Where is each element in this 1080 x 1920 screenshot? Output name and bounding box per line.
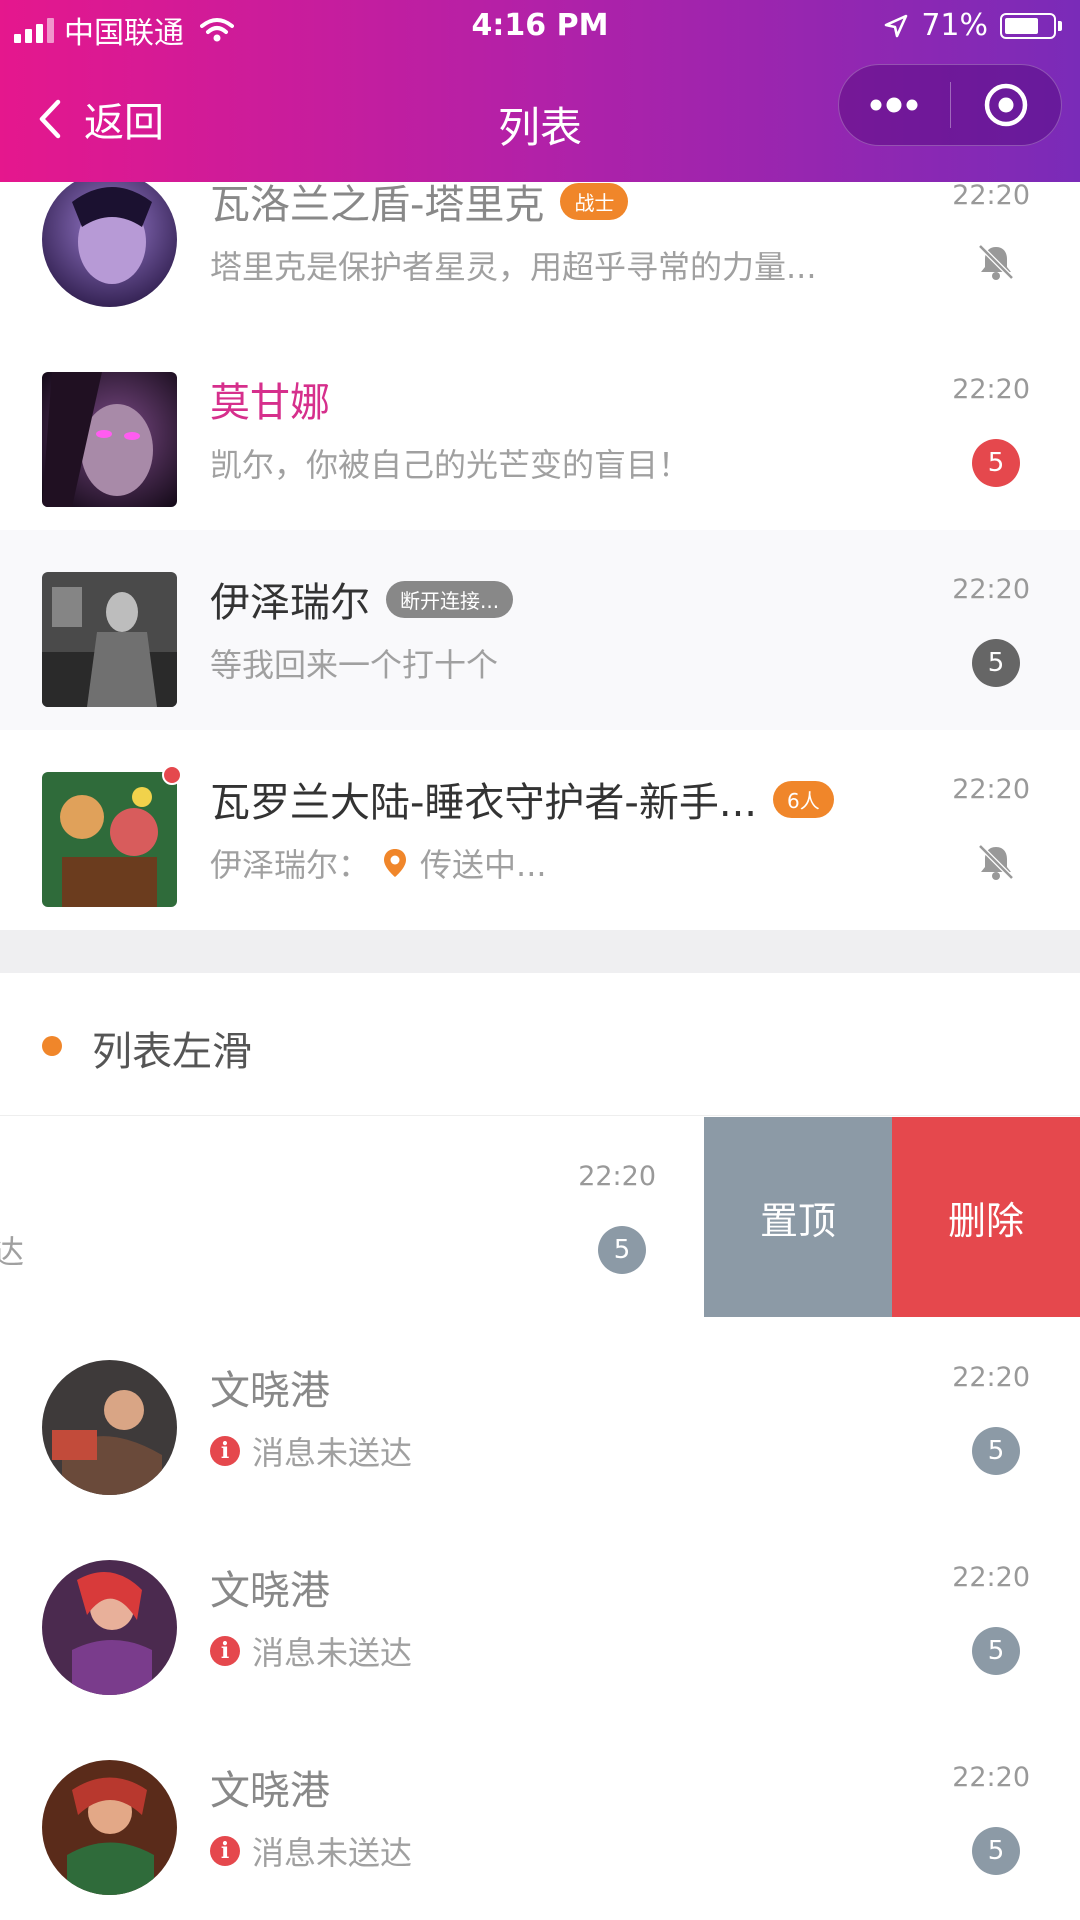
error-icon: i: [210, 1636, 240, 1666]
battery-icon: [1000, 12, 1062, 39]
item-name: 文晓港: [210, 1568, 330, 1614]
avatar: [42, 1760, 177, 1895]
error-icon: i: [210, 1436, 240, 1466]
delete-button[interactable]: 删除: [892, 1117, 1080, 1317]
mini-program-capsule: [838, 64, 1062, 146]
avatar: [42, 1560, 177, 1695]
unread-dot: [162, 765, 182, 785]
swiped-list-item[interactable]: 送达 22:20 5 置顶 删除: [0, 1117, 1080, 1317]
avatar: [42, 372, 177, 507]
section-header: 列表左滑: [0, 973, 1080, 1116]
item-name: 莫甘娜: [210, 380, 330, 426]
item-title-line: 瓦罗兰大陆-睡衣守护者-新手... 6人: [210, 770, 834, 828]
preview-text: 传送中...: [420, 846, 547, 884]
location-arrow-icon: [885, 14, 908, 37]
item-time: 22:20: [952, 1762, 1030, 1793]
list-item[interactable]: 文晓港 i 消息未送达 22:20 5: [0, 1518, 1080, 1718]
unread-badge: 5: [972, 439, 1020, 487]
battery-fill: [1005, 17, 1038, 34]
item-time: 22:20: [952, 1562, 1030, 1593]
preview-text: 消息未送达: [252, 1434, 413, 1472]
item-time: 22:20: [952, 1362, 1030, 1393]
list-item[interactable]: 莫甘娜 凯尔，你被自己的光芒变的盲目！ 22:20 5: [0, 330, 1080, 530]
member-count-tag: 6人: [773, 780, 834, 818]
unread-badge: 5: [972, 1427, 1020, 1475]
app-header: 中国联通 4:16 PM 71% 返回 列表: [0, 0, 1080, 182]
item-title-line: 文晓港: [210, 1758, 330, 1816]
item-preview: i 消息未送达: [210, 1628, 412, 1674]
bell-muted-icon: [978, 844, 1014, 880]
preview-text: 消息未送达: [252, 1634, 413, 1672]
target-close-icon: [984, 83, 1027, 127]
swiped-item-content[interactable]: 送达 22:20 5: [0, 1117, 706, 1317]
list-item[interactable]: 瓦罗兰大陆-睡衣守护者-新手... 6人 伊泽瑞尔： 传送中... 22:20: [0, 730, 1080, 930]
unread-badge: 5: [972, 639, 1020, 687]
item-title-line: 文晓港: [210, 1358, 330, 1416]
preview-text: 消息未送达: [252, 1834, 413, 1872]
connection-status-tag: 断开连接...: [386, 580, 514, 618]
item-time: 22:20: [952, 374, 1030, 405]
item-title-line: 伊泽瑞尔 断开连接...: [210, 570, 514, 628]
avatar: [42, 772, 177, 907]
preview-sender: 伊泽瑞尔：: [210, 846, 371, 884]
section-divider: [0, 930, 1080, 973]
battery-percent: 71%: [921, 8, 988, 43]
item-name: 瓦罗兰大陆-睡衣守护者-新手...: [210, 780, 758, 826]
swipe-actions: 置顶 删除: [704, 1117, 1080, 1317]
item-time: 22:20: [952, 774, 1030, 805]
section-bullet: [42, 1036, 62, 1056]
role-tag: 战士: [560, 182, 629, 220]
item-time: 22:20: [952, 180, 1030, 211]
list-item[interactable]: 文晓港 i 消息未送达 22:20 5: [0, 1718, 1080, 1918]
list-item[interactable]: 伊泽瑞尔 断开连接... 等我回来一个打十个 22:20 5: [0, 530, 1080, 730]
unread-badge: 5: [972, 1627, 1020, 1675]
unread-badge: 5: [598, 1226, 646, 1274]
close-program-button[interactable]: [950, 64, 1061, 146]
avatar: [42, 1360, 177, 1495]
avatar: [42, 572, 177, 707]
item-title-line: 莫甘娜: [210, 370, 330, 428]
item-name: 伊泽瑞尔: [210, 580, 370, 626]
item-name: 文晓港: [210, 1368, 330, 1414]
item-preview: 伊泽瑞尔： 传送中...: [210, 840, 547, 886]
bell-muted-icon: [978, 244, 1014, 280]
item-time: 22:20: [952, 574, 1030, 605]
more-button[interactable]: [839, 64, 950, 146]
item-title-line: 文晓港: [210, 1558, 330, 1616]
item-preview: i 消息未送达: [210, 1828, 412, 1874]
section-title: 列表左滑: [92, 1029, 252, 1075]
status-right: 71%: [883, 8, 1062, 43]
item-preview: 凯尔，你被自己的光芒变的盲目！: [210, 446, 691, 484]
item-preview: 送达: [0, 1233, 25, 1271]
error-icon: i: [210, 1836, 240, 1866]
unread-badge: 5: [972, 1827, 1020, 1875]
more-dots-icon: [870, 97, 918, 113]
location-pin-icon: [384, 849, 407, 877]
item-name: 文晓港: [210, 1768, 330, 1814]
item-preview: 等我回来一个打十个: [210, 646, 499, 684]
item-time: 22:20: [578, 1161, 656, 1192]
item-preview: 塔里克是保护者星灵，用超乎寻常的力量...: [210, 248, 817, 286]
status-bar: 中国联通 4:16 PM 71%: [0, 0, 1080, 54]
nav-bar: 返回 列表: [0, 54, 1080, 182]
item-preview: i 消息未送达: [210, 1428, 412, 1474]
list-item[interactable]: 文晓港 i 消息未送达 22:20 5: [0, 1318, 1080, 1518]
pin-button[interactable]: 置顶: [704, 1117, 892, 1317]
avatar: [42, 172, 177, 307]
